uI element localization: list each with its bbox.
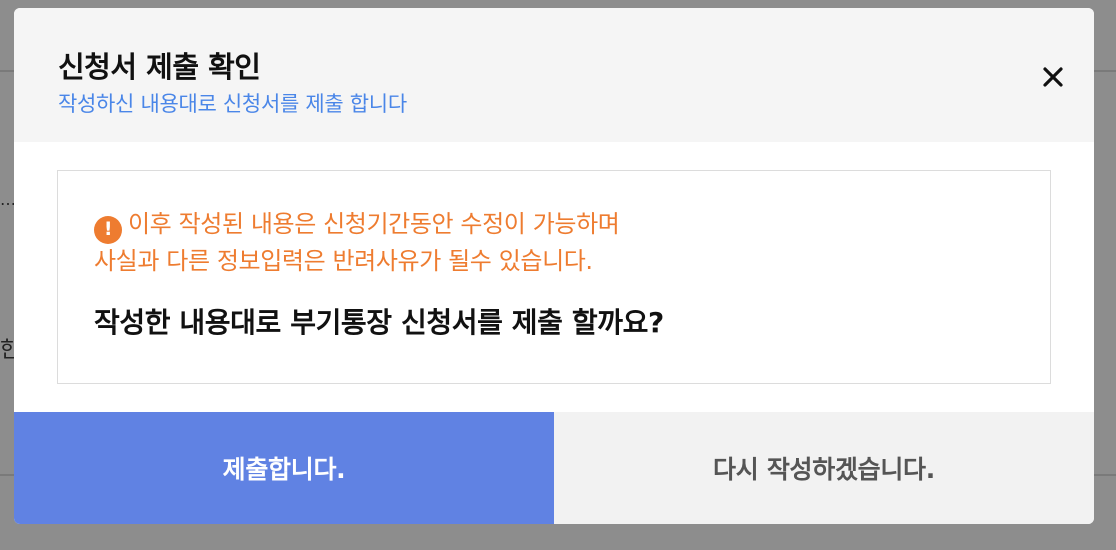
rewrite-button[interactable]: 다시 작성하겠습니다. bbox=[554, 412, 1094, 524]
exclamation-circle-icon: ! bbox=[94, 215, 122, 244]
confirm-question: 작성한 내용대로 부기통장 신청서를 제출 할까요? bbox=[94, 306, 664, 339]
confirm-content-box: ! 이후 작성된 내용은 신청기간동안 수정이 가능하며 사실과 다른 정보입력은… bbox=[57, 170, 1051, 384]
submit-button[interactable]: 제출합니다. bbox=[14, 412, 554, 524]
modal-footer: 제출합니다. 다시 작성하겠습니다. bbox=[14, 412, 1094, 524]
modal-subtitle: 작성하신 내용대로 신청서를 제출 합니다 bbox=[58, 92, 407, 116]
warning-text-line2: 사실과 다른 정보입력은 반려사유가 될수 있습니다. bbox=[94, 246, 593, 275]
warning-text-line1: 이후 작성된 내용은 신청기간동안 수정이 가능하며 bbox=[128, 210, 620, 238]
modal-header: 신청서 제출 확인 작성하신 내용대로 신청서를 제출 합니다 bbox=[14, 8, 1094, 142]
close-button[interactable] bbox=[1038, 62, 1068, 92]
warning-notice-line: ! 이후 작성된 내용은 신청기간동안 수정이 가능하며 bbox=[94, 207, 620, 244]
submit-confirm-modal: 신청서 제출 확인 작성하신 내용대로 신청서를 제출 합니다 ! 이후 작성된 … bbox=[14, 8, 1094, 524]
modal-title: 신청서 제출 확인 bbox=[58, 50, 261, 84]
close-icon bbox=[1043, 67, 1063, 87]
warning-notice: ! 이후 작성된 내용은 신청기간동안 수정이 가능하며 사실과 다른 정보입력은… bbox=[94, 207, 620, 279]
